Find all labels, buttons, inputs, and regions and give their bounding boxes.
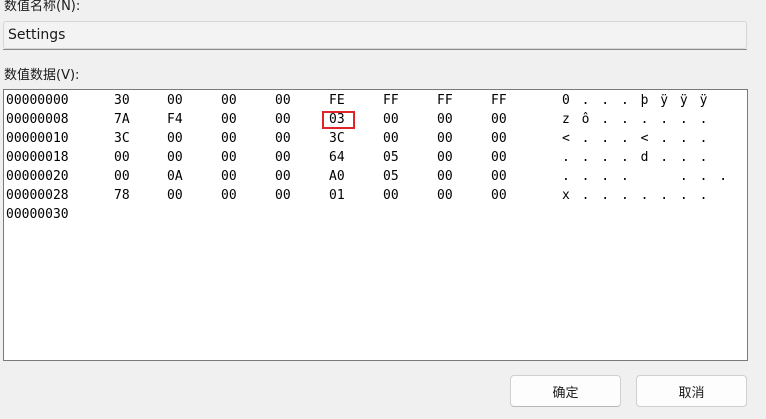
hex-byte[interactable]: 00 — [114, 169, 130, 184]
hex-byte[interactable]: 00 — [275, 150, 291, 165]
hex-byte[interactable]: FF — [437, 93, 453, 108]
hex-byte[interactable]: 00 — [491, 112, 507, 127]
hex-byte[interactable]: 05 — [383, 169, 399, 184]
hex-byte[interactable]: 00 — [383, 131, 399, 146]
hex-byte[interactable]: 00 — [221, 188, 237, 203]
hex-byte[interactable]: 00 — [383, 112, 399, 127]
hex-editor[interactable]: 00000000 30 00 00 00 FE FF FF FF 0 . . . þ ÿ ÿ ÿ0… — [3, 89, 748, 361]
hex-byte[interactable]: 00 — [275, 188, 291, 203]
hex-ascii: z ô . . . . . . — [562, 112, 710, 127]
hex-byte[interactable]: A0 — [329, 169, 345, 184]
hex-byte[interactable]: 00 — [167, 93, 183, 108]
hex-byte[interactable]: FF — [491, 93, 507, 108]
hex-byte[interactable]: 00 — [221, 150, 237, 165]
value-data-label: 数值数据(V): — [4, 68, 80, 83]
hex-ascii: < . . . < . . . — [562, 131, 710, 146]
hex-offset: 00000030 — [6, 207, 69, 222]
hex-byte[interactable]: 00 — [221, 93, 237, 108]
hex-byte[interactable]: 78 — [114, 188, 130, 203]
hex-byte[interactable]: 00 — [491, 131, 507, 146]
hex-ascii: . . . . . . . — [562, 169, 730, 184]
hex-ascii: . . . . d . . . — [562, 150, 710, 165]
hex-byte[interactable]: 00 — [275, 131, 291, 146]
hex-byte[interactable]: 00 — [275, 169, 291, 184]
value-name-field[interactable]: Settings — [3, 21, 747, 49]
hex-byte[interactable]: 00 — [437, 112, 453, 127]
cancel-button[interactable]: 取消 — [636, 375, 747, 407]
hex-byte[interactable]: 00 — [167, 188, 183, 203]
hex-byte[interactable]: 00 — [437, 188, 453, 203]
hex-byte[interactable]: 30 — [114, 93, 130, 108]
hex-offset: 00000008 — [6, 112, 69, 127]
hex-byte[interactable]: 00 — [221, 131, 237, 146]
value-name-text: Settings — [8, 27, 66, 43]
hex-byte[interactable]: 0A — [167, 169, 183, 184]
hex-byte[interactable]: 00 — [275, 112, 291, 127]
hex-byte[interactable]: 00 — [114, 150, 130, 165]
hex-byte[interactable]: 01 — [329, 188, 345, 203]
hex-offset: 00000028 — [6, 188, 69, 203]
hex-byte[interactable]: 00 — [491, 150, 507, 165]
hex-byte[interactable]: 64 — [329, 150, 345, 165]
hex-byte[interactable]: F4 — [167, 112, 183, 127]
hex-byte[interactable]: 00 — [221, 169, 237, 184]
hex-byte[interactable]: 00 — [437, 169, 453, 184]
ok-button[interactable]: 确定 — [510, 375, 621, 407]
hex-ascii: x . . . . . . . — [562, 188, 710, 203]
hex-byte[interactable]: 00 — [437, 150, 453, 165]
hex-byte[interactable]: 00 — [221, 112, 237, 127]
hex-byte[interactable]: 00 — [275, 93, 291, 108]
hex-offset: 00000020 — [6, 169, 69, 184]
hex-byte[interactable]: 3C — [329, 131, 345, 146]
hex-byte[interactable]: FF — [383, 93, 399, 108]
hex-byte[interactable]: 00 — [491, 188, 507, 203]
hex-byte[interactable]: 3C — [114, 131, 130, 146]
hex-byte[interactable]: FE — [329, 93, 345, 108]
value-name-label: 数值名称(N): — [4, 0, 81, 14]
hex-byte[interactable]: 05 — [383, 150, 399, 165]
hex-offset: 00000000 — [6, 93, 69, 108]
hex-byte[interactable]: 00 — [437, 131, 453, 146]
hex-byte[interactable]: 7A — [114, 112, 130, 127]
hex-byte[interactable]: 00 — [491, 169, 507, 184]
hex-offset: 00000010 — [6, 131, 69, 146]
hex-offset: 00000018 — [6, 150, 69, 165]
hex-byte[interactable]: 03 — [329, 112, 345, 127]
hex-byte[interactable]: 00 — [167, 131, 183, 146]
value-name-underline — [3, 49, 747, 50]
hex-byte[interactable]: 00 — [167, 150, 183, 165]
hex-byte[interactable]: 00 — [383, 188, 399, 203]
hex-ascii: 0 . . . þ ÿ ÿ ÿ — [562, 93, 710, 108]
